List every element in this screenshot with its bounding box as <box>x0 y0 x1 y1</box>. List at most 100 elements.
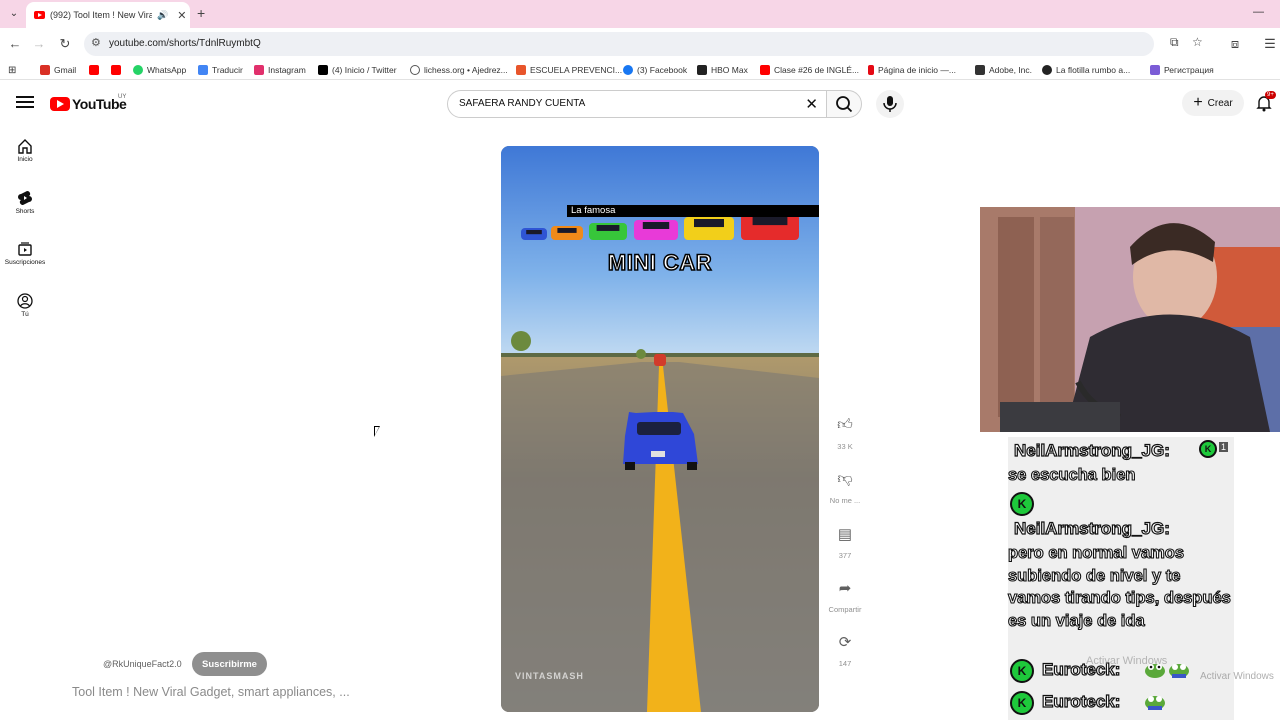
share-icon: ➦ <box>838 580 852 597</box>
translate-icon <box>198 65 208 75</box>
netflix-icon <box>868 65 874 75</box>
chat-username: NeilArmstrong_JG: <box>1013 440 1170 460</box>
remix-icon: ⟳ <box>838 634 852 651</box>
bookmark-traducir[interactable]: Traducir <box>198 63 243 77</box>
search-input[interactable]: SAFAERA RANDY CUENTA ✕ <box>447 90 827 118</box>
bookmark-gmail[interactable]: Gmail <box>40 63 76 77</box>
lineup-car-window <box>596 225 620 231</box>
close-tab-icon[interactable]: ✕ <box>177 9 186 22</box>
home-icon <box>18 139 32 154</box>
bookmark-clase-ingles[interactable]: Clase #26 de INGLÉ... <box>760 63 859 77</box>
back-arrow-icon[interactable]: ← <box>7 36 23 51</box>
notifications-button[interactable]: 9+ <box>1256 91 1280 114</box>
url-text[interactable]: youtube.com/shorts/TdnlRuymbtQ <box>109 38 261 49</box>
tab-title: (992) Tool Item ! New Viral <box>50 10 152 20</box>
bookmark-lichess[interactable]: lichess.org • Ajedrez... <box>410 63 508 77</box>
create-label: Crear <box>1207 97 1233 109</box>
lichess-icon <box>410 65 420 75</box>
remix-button[interactable]: ⟳ 147 <box>826 633 864 668</box>
chat-message: pero en normal vamos subiendo de nivel y… <box>1007 543 1231 630</box>
guide-item-suscripciones[interactable]: Suscripciones <box>0 241 50 266</box>
guide-menu-icon[interactable] <box>16 96 34 110</box>
bookmark-netflix[interactable]: Página de inicio —... <box>868 63 956 77</box>
bookmark-whatsapp[interactable]: WhatsApp <box>133 63 186 77</box>
bookmark-escuela[interactable]: ESCUELA PREVENCI... <box>516 63 622 77</box>
bookmark-youtube-2[interactable] <box>111 63 121 77</box>
bookmark-star-icon[interactable]: ☆ <box>1192 35 1203 49</box>
bookmark-instagram[interactable]: Instagram <box>254 63 306 77</box>
guide-item-shorts[interactable]: Shorts <box>0 190 50 215</box>
site-info-icon[interactable]: ⚙ <box>91 36 101 49</box>
remix-count: 147 <box>838 659 852 668</box>
bookmark-twitter[interactable]: (4) Inicio / Twitter <box>318 63 397 77</box>
short-title[interactable]: Tool Item ! New Viral Gadget, smart appl… <box>72 685 350 699</box>
kick-badge-icon: K <box>1010 691 1034 715</box>
facebook-icon <box>623 65 633 75</box>
windows-activation-watermark: Activar Windows <box>1086 655 1168 667</box>
comment-icon: ▤ <box>837 526 853 543</box>
pepe-frog-emote-icon <box>1145 696 1165 710</box>
youtube-logo-icon <box>50 97 70 111</box>
windows-activation-watermark-2: Activar Windows <box>1200 671 1274 682</box>
channel-handle[interactable]: @RkUniqueFact2.0 <box>103 659 182 669</box>
youtube-icon <box>760 65 770 75</box>
minimize-window-icon[interactable]: — <box>1253 6 1264 18</box>
voice-search-button[interactable] <box>876 90 904 118</box>
share-button[interactable]: ➦ Compartir <box>826 579 864 614</box>
browser-tab-bar: ⌄ (992) Tool Item ! New Viral 🔊 ✕ + — <box>0 0 1280 28</box>
chat-username: NeilArmstrong_JG: <box>1013 518 1170 538</box>
youtube-logo[interactable]: YouTube <box>50 96 127 112</box>
search-query[interactable]: SAFAERA RANDY CUENTA <box>459 98 585 109</box>
guide-label: Tú <box>21 311 29 318</box>
gmail-icon <box>40 65 50 75</box>
extensions-icon[interactable]: ⧈ <box>1227 36 1243 52</box>
browser-tab-active[interactable]: (992) Tool Item ! New Viral 🔊 ✕ <box>26 2 190 28</box>
browser-menu-icon[interactable]: ☰ <box>1262 36 1278 52</box>
escuela-icon <box>516 65 526 75</box>
plus-icon: + <box>1193 94 1203 111</box>
tab-search-chevron-icon[interactable]: ⌄ <box>6 6 22 22</box>
shorts-icon <box>18 190 32 206</box>
subscribe-button[interactable]: Suscribirme <box>192 652 267 676</box>
guide-item-inicio[interactable]: Inicio <box>0 138 50 163</box>
microphone-icon <box>883 96 897 112</box>
youtube-icon <box>111 65 121 75</box>
comments-button[interactable]: ▤ 377 <box>826 525 864 560</box>
chat-message: se escucha bien <box>1007 465 1136 484</box>
clear-search-icon[interactable]: ✕ <box>805 95 818 113</box>
lineup-car-window <box>694 219 724 228</box>
search-icon <box>836 96 853 113</box>
bookmark-facebook[interactable]: (3) Facebook <box>623 63 687 77</box>
lineup-car-window <box>557 228 577 233</box>
install-app-icon[interactable]: ⧉ <box>1170 35 1179 50</box>
new-tab-plus-icon[interactable]: + <box>197 5 205 21</box>
webcam-image <box>980 207 1280 432</box>
bookmark-adobe[interactable]: Adobe, Inc. <box>975 63 1032 77</box>
like-button[interactable]: 👍︎ 33 K <box>826 416 864 451</box>
speaker-icon[interactable]: 🔊 <box>157 10 168 21</box>
forward-arrow-icon[interactable]: → <box>31 36 47 51</box>
bookmark-flotilla[interactable]: La flotilla rumbo a... <box>1042 63 1130 77</box>
kick-badge-icon: K <box>1199 440 1217 458</box>
lineup-car-window <box>526 230 542 235</box>
reload-icon[interactable]: ↻ <box>57 36 73 52</box>
apps-grid-icon[interactable]: ⊞ <box>8 63 16 77</box>
youtube-favicon-icon <box>34 11 45 19</box>
bookmark-youtube-1[interactable] <box>89 63 99 77</box>
kick-badge-icon: K <box>1010 492 1034 516</box>
shorts-video-player[interactable]: La famosa MINI CAR VINTASMASH <box>501 146 819 712</box>
omnibox[interactable]: ⚙ youtube.com/shorts/TdnlRuymbtQ ⧉ ☆ <box>84 32 1203 56</box>
search-button[interactable] <box>826 90 862 118</box>
create-button[interactable]: + Crear <box>1182 90 1244 116</box>
video-frame <box>501 146 819 712</box>
bookmark-registration[interactable]: Регистрация <box>1150 63 1214 77</box>
hbo-max-icon <box>697 65 707 75</box>
dislike-icon: 👎︎ <box>837 470 853 487</box>
guide-item-tu[interactable]: Tú <box>0 293 50 318</box>
dislike-button[interactable]: 👎︎ No me ... <box>826 470 864 505</box>
share-label: Compartir <box>828 605 862 614</box>
bookmark-hbo-max[interactable]: HBO Max <box>697 63 748 77</box>
guide-label: Inicio <box>17 156 33 163</box>
notification-badge: 9+ <box>1265 91 1276 99</box>
like-icon: 👍︎ <box>837 416 853 433</box>
